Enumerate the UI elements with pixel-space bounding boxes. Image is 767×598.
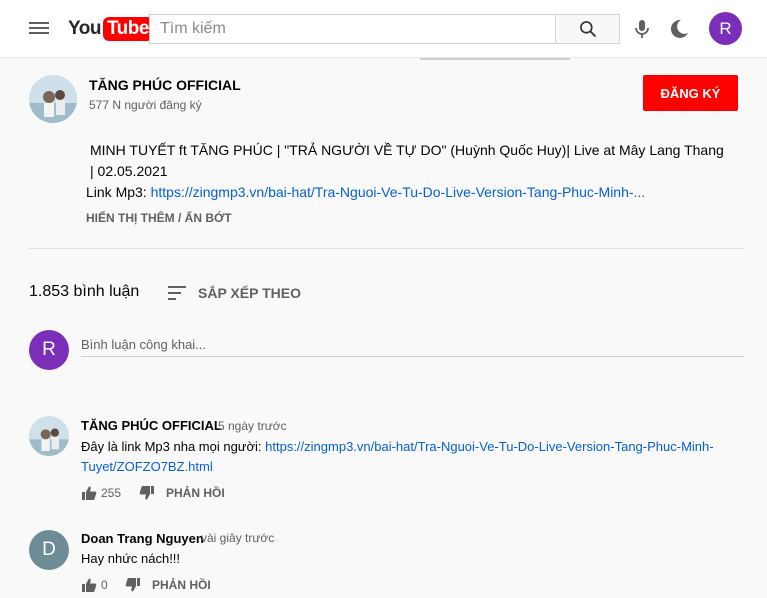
like-icon[interactable]: [81, 485, 97, 501]
dislike-icon[interactable]: [139, 485, 155, 501]
like-icon[interactable]: [81, 577, 97, 593]
comment-text: Đây là link Mp3 nha mọi người: https://z…: [81, 437, 741, 477]
like-count: 255: [101, 486, 122, 500]
search-icon: [579, 21, 596, 38]
search-input[interactable]: [149, 14, 555, 44]
channel-name[interactable]: TĂNG PHÚC OFFICIAL: [89, 77, 241, 93]
comment-author[interactable]: TĂNG PHÚC OFFICIAL: [81, 418, 222, 433]
comment-time[interactable]: vài giây trước: [201, 531, 274, 545]
sort-label: SẮP XẾP THEO: [198, 285, 301, 301]
channel-avatar-image: [29, 75, 77, 123]
comment-author-avatar[interactable]: [29, 416, 69, 456]
menu-icon[interactable]: [29, 20, 49, 36]
reply-button[interactable]: PHẢN HỒI: [152, 578, 211, 592]
comment-count: 1.853 bình luận: [29, 283, 140, 300]
moon-icon[interactable]: [667, 17, 691, 41]
sort-icon: [168, 286, 186, 300]
search-button[interactable]: [555, 14, 620, 44]
comment-author[interactable]: Doan Trang Nguyen: [81, 531, 204, 546]
logo-you-text: You: [68, 18, 101, 39]
youtube-logo[interactable]: You Tube: [68, 17, 153, 41]
account-avatar[interactable]: R: [709, 12, 742, 45]
logo-tube-text: Tube: [102, 17, 153, 41]
comment-author-avatar[interactable]: D: [29, 530, 69, 570]
masthead: You Tube R: [0, 0, 767, 58]
link-prefix: Link Mp3:: [86, 184, 151, 200]
sort-button[interactable]: SẮP XẾP THEO: [168, 283, 301, 303]
subscribe-button[interactable]: ĐĂNG KÝ: [643, 75, 738, 111]
reply-button[interactable]: PHẢN HỒI: [166, 486, 225, 500]
dislike-icon[interactable]: [125, 577, 141, 593]
comment-link-continued[interactable]: Tuyet/ZOFZO7BZ.html: [81, 459, 213, 474]
show-more-button[interactable]: HIỂN THỊ THÊM / ẨN BỚT: [86, 211, 232, 225]
comment-input[interactable]: [81, 333, 744, 357]
my-avatar: R: [29, 330, 69, 370]
channel-avatar[interactable]: [29, 75, 77, 123]
comment-avatar-image: [29, 416, 69, 456]
comment-text-prefix: Đây là link Mp3 nha mọi người:: [81, 439, 266, 454]
video-description: MINH TUYẾT ft TĂNG PHÚC | "TRẢ NGƯỜI VỀ …: [86, 140, 726, 203]
comment-link[interactable]: https://zingmp3.vn/bai-hat/Tra-Nguoi-Ve-…: [265, 439, 713, 454]
comment-text: Hay nhức nách!!!: [81, 551, 181, 566]
like-count: 0: [101, 578, 108, 592]
description-text: MINH TUYẾT ft TĂNG PHÚC | "TRẢ NGƯỜI VỀ …: [90, 142, 724, 179]
section-divider: [29, 248, 744, 249]
mp3-link[interactable]: https://zingmp3.vn/bai-hat/Tra-Nguoi-Ve-…: [151, 184, 646, 200]
microphone-icon[interactable]: [632, 18, 652, 40]
description-link-line: Link Mp3: https://zingmp3.vn/bai-hat/Tra…: [86, 182, 726, 203]
comment-time[interactable]: 5 ngày trước: [218, 419, 287, 433]
subscriber-count: 577 N người đăng ký: [89, 98, 202, 112]
player-bottom-edge: [420, 58, 570, 60]
